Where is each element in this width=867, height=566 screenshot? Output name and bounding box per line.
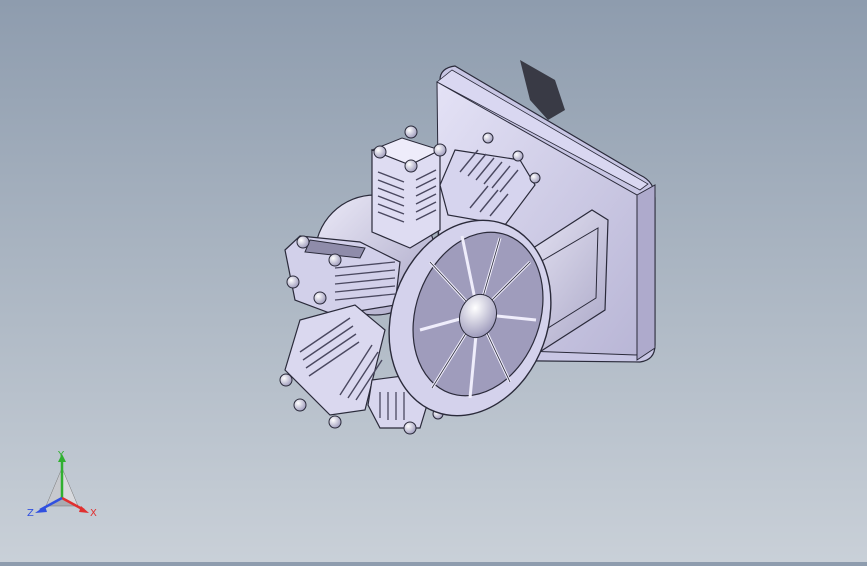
z-axis-label: Z bbox=[27, 508, 34, 519]
engine-model[interactable] bbox=[0, 0, 867, 562]
z-axis-arrow bbox=[35, 506, 47, 513]
model-viewport[interactable] bbox=[0, 0, 867, 562]
view-orientation-triad: Y X Z bbox=[27, 450, 97, 519]
x-axis-label: X bbox=[90, 508, 97, 519]
y-axis-label: Y bbox=[57, 450, 65, 461]
